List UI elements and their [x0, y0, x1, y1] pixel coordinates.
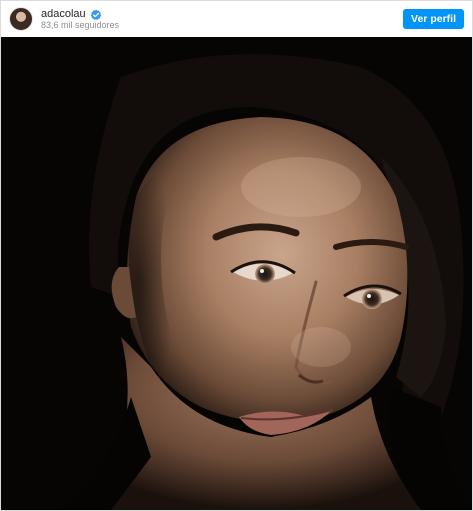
- username-link[interactable]: adacolau: [41, 8, 86, 20]
- view-profile-button[interactable]: Ver perfil: [403, 9, 464, 29]
- instagram-post-embed: adacolau 83,6 mil seguidores Ver perfil: [0, 0, 473, 511]
- portrait-photo: [1, 37, 472, 510]
- post-photo[interactable]: [1, 37, 472, 510]
- profile-avatar[interactable]: [9, 7, 33, 31]
- username-row: adacolau: [41, 8, 119, 20]
- verified-badge-icon: [90, 8, 102, 20]
- user-info: adacolau 83,6 mil seguidores: [41, 8, 119, 31]
- post-header: adacolau 83,6 mil seguidores Ver perfil: [1, 1, 472, 37]
- followers-count: 83,6 mil seguidores: [41, 19, 120, 30]
